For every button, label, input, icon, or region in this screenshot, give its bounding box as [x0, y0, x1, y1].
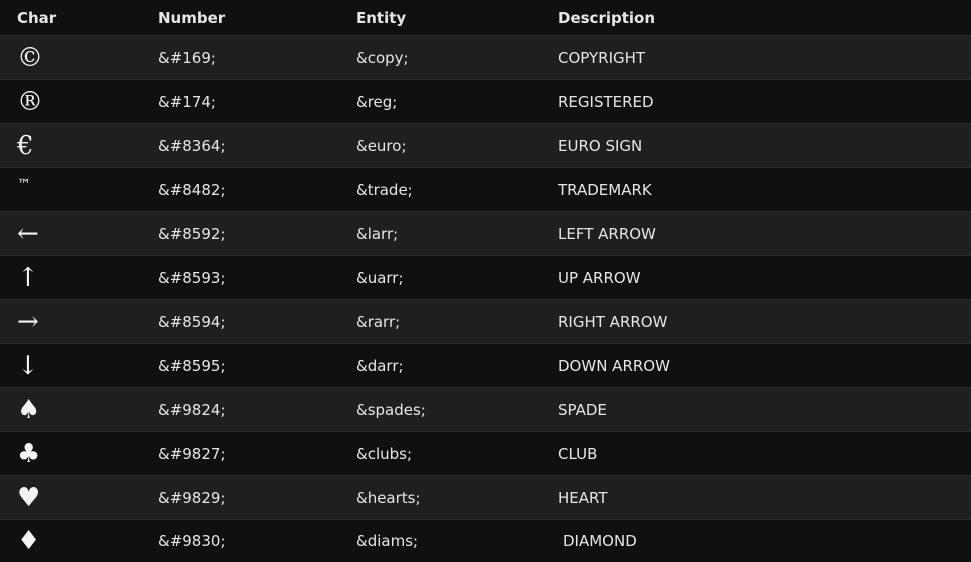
- table-row: ← &#8592; &larr; LEFT ARROW: [0, 212, 971, 256]
- entity-cell: &diams;: [356, 532, 419, 550]
- table-row: € &#8364; &euro; EURO SIGN: [0, 124, 971, 168]
- table-row: © &#169; &copy; COPYRIGHT: [0, 36, 971, 80]
- entity-cell: &larr;: [356, 224, 399, 243]
- number-cell: &#8593;: [158, 268, 226, 287]
- entity-cell: &trade;: [356, 180, 413, 199]
- number-cell: &#8364;: [158, 136, 226, 155]
- char-cell: ↑: [17, 262, 39, 293]
- number-cell: &#8594;: [158, 312, 226, 331]
- char-cell: →: [17, 306, 39, 337]
- entity-cell: &hearts;: [356, 488, 421, 507]
- table-header-row: Char Number Entity Description: [0, 0, 971, 36]
- entity-cell: &copy;: [356, 48, 409, 67]
- number-cell: &#9827;: [158, 444, 226, 463]
- description-cell: DOWN ARROW: [558, 356, 670, 375]
- table-row: ♣ &#9827; &clubs; CLUB: [0, 432, 971, 476]
- entity-cell: &darr;: [356, 356, 404, 375]
- number-cell: &#169;: [158, 48, 216, 67]
- number-cell: &#9830;: [158, 532, 226, 550]
- char-cell: ©: [17, 42, 43, 73]
- char-cell: ®: [17, 86, 43, 117]
- entity-cell: &reg;: [356, 92, 398, 111]
- number-cell: &#174;: [158, 92, 216, 111]
- char-cell: ♣: [17, 438, 41, 469]
- description-cell: REGISTERED: [558, 92, 654, 111]
- description-cell: COPYRIGHT: [558, 48, 646, 67]
- header-description: Description: [558, 9, 656, 27]
- char-cell: ♥: [17, 482, 41, 513]
- description-cell: RIGHT ARROW: [558, 312, 668, 331]
- table-row: ♠ &#9824; &spades; SPADE: [0, 388, 971, 432]
- table-row: ™ &#8482; &trade; TRADEMARK: [0, 168, 971, 212]
- description-cell: LEFT ARROW: [558, 224, 656, 243]
- description-cell: TRADEMARK: [558, 180, 652, 199]
- table-row: ♦ &#9830; &diams; DIAMOND: [0, 520, 971, 562]
- description-cell: CLUB: [558, 444, 598, 463]
- number-cell: &#9829;: [158, 488, 226, 507]
- char-cell: ↓: [17, 350, 39, 381]
- description-cell: DIAMOND: [563, 532, 637, 550]
- entity-cell: &spades;: [356, 400, 426, 419]
- table-row: ® &#174; &reg; REGISTERED: [0, 80, 971, 124]
- description-cell: SPADE: [558, 400, 607, 419]
- number-cell: &#9824;: [158, 400, 226, 419]
- table-row: → &#8594; &rarr; RIGHT ARROW: [0, 300, 971, 344]
- table-row: ↑ &#8593; &uarr; UP ARROW: [0, 256, 971, 300]
- header-number: Number: [158, 9, 226, 27]
- number-cell: &#8592;: [158, 224, 226, 243]
- char-cell: ♦: [17, 526, 41, 556]
- description-cell: EURO SIGN: [558, 136, 643, 155]
- char-cell: ←: [17, 218, 39, 249]
- entity-cell: &clubs;: [356, 444, 413, 463]
- table-row: ♥ &#9829; &hearts; HEART: [0, 476, 971, 520]
- header-char: Char: [17, 9, 57, 27]
- entity-cell: &rarr;: [356, 312, 401, 331]
- char-cell: ™: [17, 177, 31, 193]
- html-entities-table: Char Number Entity Description © &#169; …: [0, 0, 971, 562]
- entity-cell: &euro;: [356, 136, 407, 155]
- description-cell: HEART: [558, 488, 608, 507]
- char-cell: ♠: [17, 394, 41, 425]
- char-cell: €: [17, 130, 34, 161]
- number-cell: &#8595;: [158, 356, 226, 375]
- description-cell: UP ARROW: [558, 268, 641, 287]
- entity-cell: &uarr;: [356, 268, 404, 287]
- header-entity: Entity: [356, 9, 407, 27]
- table-row: ↓ &#8595; &darr; DOWN ARROW: [0, 344, 971, 388]
- number-cell: &#8482;: [158, 180, 226, 199]
